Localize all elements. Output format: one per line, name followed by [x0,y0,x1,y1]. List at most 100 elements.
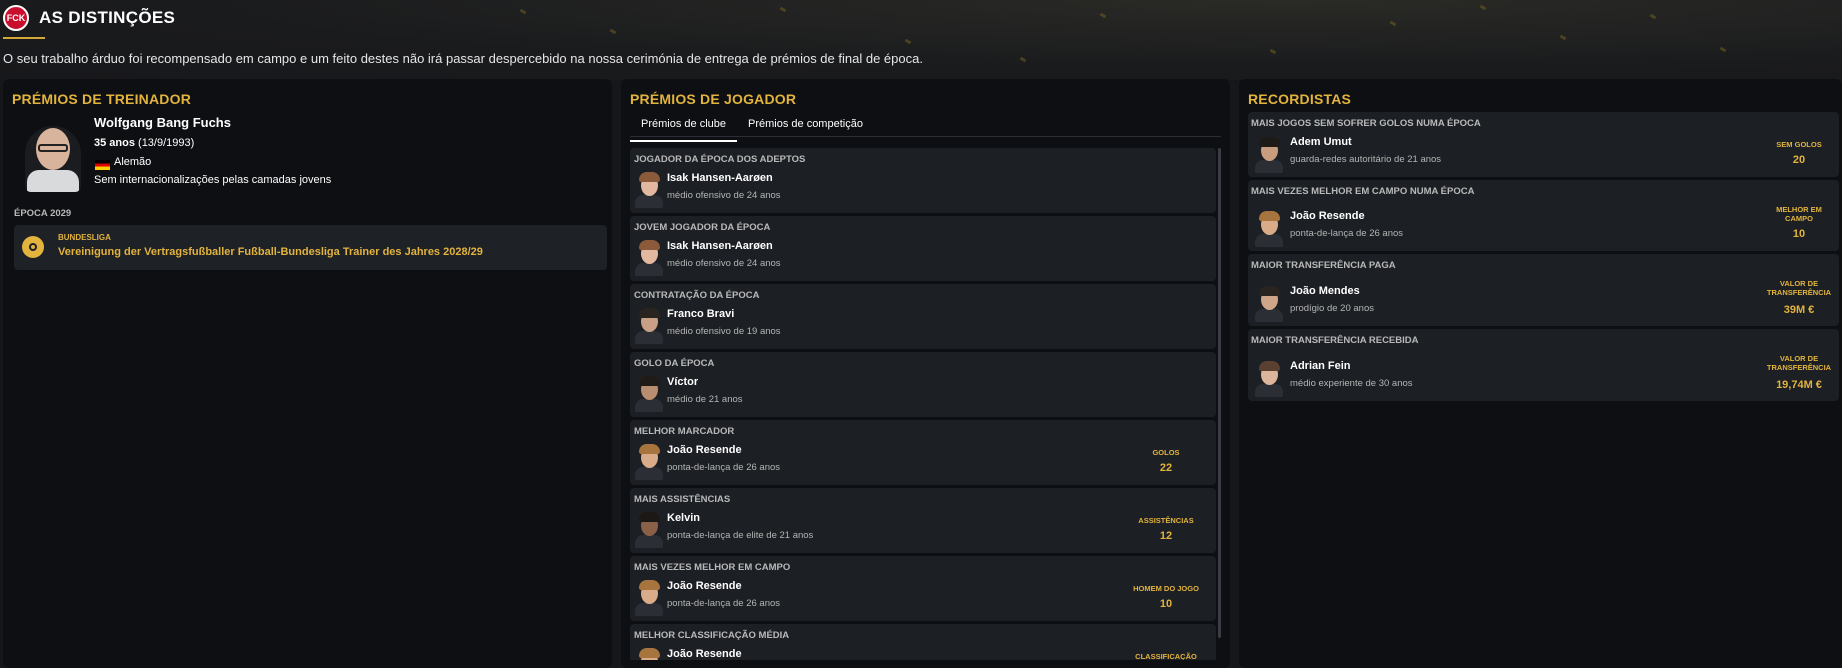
player-avatar [1254,284,1284,322]
stat-label: ASSISTÊNCIAS [1138,516,1194,525]
stat-label: HOMEM DO JOGO [1133,584,1199,593]
player-description: médio ofensivo de 24 anos [667,258,781,269]
stat-label: MELHOR EM CAMPO [1776,205,1822,223]
coach-age-value: 35 anos [94,137,135,149]
player-description: médio experiente de 30 anos [1290,378,1413,389]
award-row[interactable]: JOGADOR DA ÉPOCA DOS ADEPTOS Isak Hansen-… [630,148,1216,213]
stat-value: 10 [1792,228,1806,240]
player-description: guarda-redes autoritário de 21 anos [1290,154,1442,165]
player-description: médio de 21 anos [667,394,743,405]
tab-club-awards[interactable]: Prémios de clube [630,112,737,142]
award-title: JOVEM JOGADOR DA ÉPOCA [634,222,771,233]
player-name[interactable]: João Resende [667,648,742,660]
award-title: MAIS VEZES MELHOR EM CAMPO [634,562,791,573]
player-avatar [634,170,664,208]
player-name[interactable]: João Resende [667,444,742,456]
player-name[interactable]: Adrian Fein [1290,360,1351,372]
coach-nationality: Alemão [114,156,152,168]
record-title: MAIS JOGOS SEM SOFRER GOLOS NUMA ÉPOCA [1251,118,1481,129]
player-name[interactable]: Víctor [667,376,698,388]
player-description: médio ofensivo de 19 anos [667,326,781,337]
stat-label: VALOR DE TRANSFERÊNCIA [1766,279,1832,297]
player-name[interactable]: João Mendes [1290,285,1360,297]
player-name[interactable]: Franco Bravi [667,308,734,320]
player-description: ponta-de-lança de 26 anos [1290,228,1404,239]
stat-value: 12 [1159,530,1173,542]
award-row[interactable]: JOVEM JOGADOR DA ÉPOCA Isak Hansen-Aarøen… [630,216,1216,281]
player-name[interactable]: João Resende [667,580,742,592]
award-title: GOLO DA ÉPOCA [634,358,715,369]
award-title: MELHOR MARCADOR [634,426,735,437]
player-name[interactable]: Isak Hansen-Aarøen [667,172,773,184]
title-underline [3,37,45,39]
tab-competition-awards[interactable]: Prémios de competição [737,112,874,142]
record-title: MAIOR TRANSFERÊNCIA PAGA [1251,260,1396,271]
coach-birthdate: (13/9/1993) [138,137,195,149]
page-header: FCK AS DISTINÇÕES [3,5,175,31]
scrollbar[interactable] [1218,148,1221,638]
club-logo: FCK [3,5,29,31]
player-awards-panel: PRÉMIOS DE JOGADOR Prémios de clube Prém… [621,79,1230,668]
award-row[interactable]: CONTRATAÇÃO DA ÉPOCA Franco Bravi médio of… [630,284,1216,349]
coach-youth-caps: Sem internacionalizações pelas camadas j… [94,174,332,186]
player-avatar [634,510,664,548]
record-title: MAIS VEZES MELHOR EM CAMPO NUMA ÉPOCA [1251,186,1475,197]
stat-label: CLASSIFICAÇÃO [1135,652,1197,660]
award-tabs: Prémios de clube Prémios de competição [630,112,874,142]
player-avatar [634,374,664,412]
player-avatar [634,578,664,616]
coach-name[interactable]: Wolfgang Bang Fuchs [94,115,231,130]
record-card[interactable]: MAIS VEZES MELHOR EM CAMPO NUMA ÉPOCA Joã… [1248,180,1839,251]
player-avatar [634,646,664,660]
player-avatar [1254,135,1284,173]
player-avatar [634,306,664,344]
germany-flag-icon [95,160,110,170]
stat-value: 22 [1159,462,1173,474]
award-title: CONTRATAÇÃO DA ÉPOCA [634,290,760,301]
stat-label: SEM GOLOS [1776,140,1822,149]
award-name[interactable]: Vereinigung der Vertragsfußballer Fußbal… [58,246,483,258]
player-description: ponta-de-lança de 26 anos [667,462,781,473]
player-awards-list: JOGADOR DA ÉPOCA DOS ADEPTOS Isak Hansen-… [630,148,1216,660]
stat-value: 10 [1159,598,1173,610]
panel-title: PRÉMIOS DE JOGADOR [630,91,797,107]
award-row[interactable]: MAIS VEZES MELHOR EM CAMPO João Resende po… [630,556,1216,621]
coach-age: 35 anos (13/9/1993) [94,137,194,149]
player-name[interactable]: João Resende [1290,210,1365,222]
stat-value: 19,74M € [1776,379,1822,391]
record-card[interactable]: MAIOR TRANSFERÊNCIA PAGA João Mendes prodí… [1248,254,1839,326]
stat-value: 20 [1792,154,1806,166]
records-panel: RECORDISTAS MAIS JOGOS SEM SOFRER GOLOS … [1239,79,1842,668]
player-description: ponta-de-lança de elite de 21 anos [667,530,814,541]
stat-value: 39M € [1783,304,1815,316]
player-name[interactable]: Kelvin [667,512,700,524]
player-description: médio ofensivo de 24 anos [667,190,781,201]
player-avatar [1254,359,1284,397]
record-card[interactable]: MAIOR TRANSFERÊNCIA RECEBIDA Adrian Fein m… [1248,329,1839,401]
page-title: AS DISTINÇÕES [39,8,176,27]
player-avatar [1254,209,1284,247]
award-title: JOGADOR DA ÉPOCA DOS ADEPTOS [634,154,806,165]
tabs-divider [630,136,1221,137]
panel-title: RECORDISTAS [1248,91,1352,107]
season-label: ÉPOCA 2029 [14,208,72,219]
award-title: MELHOR CLASSIFICAÇÃO MÉDIA [634,630,790,641]
player-name[interactable]: Isak Hansen-Aarøen [667,240,773,252]
award-row[interactable]: MAIS ASSISTÊNCIAS Kelvin ponta-de-lança de… [630,488,1216,553]
stat-label: VALOR DE TRANSFERÊNCIA [1766,354,1832,372]
player-description: ponta-de-lança de 26 anos [667,598,781,609]
player-description: prodígio de 20 anos [1290,303,1374,314]
award-title: MAIS ASSISTÊNCIAS [634,494,731,505]
award-row[interactable]: MELHOR MARCADOR João Resende ponta-de-lanç… [630,420,1216,485]
award-competition: BUNDESLIGA [58,233,111,242]
record-card[interactable]: MAIS JOGOS SEM SOFRER GOLOS NUMA ÉPOCA Ad… [1248,112,1839,177]
record-title: MAIOR TRANSFERÊNCIA RECEBIDA [1251,335,1419,346]
award-row[interactable]: GOLO DA ÉPOCA Víctor médio de 21 anos [630,352,1216,417]
player-name[interactable]: Adem Umut [1290,136,1352,148]
award-row[interactable]: MELHOR CLASSIFICAÇÃO MÉDIA João Resende CL… [630,624,1216,660]
player-avatar [634,442,664,480]
coach-award-card[interactable]: BUNDESLIGA Vereinigung der Vertragsfußba… [14,225,607,270]
panel-title: PRÉMIOS DE TREINADOR [12,91,192,107]
confetti-banner [0,0,1842,80]
award-medal-icon [22,236,44,258]
